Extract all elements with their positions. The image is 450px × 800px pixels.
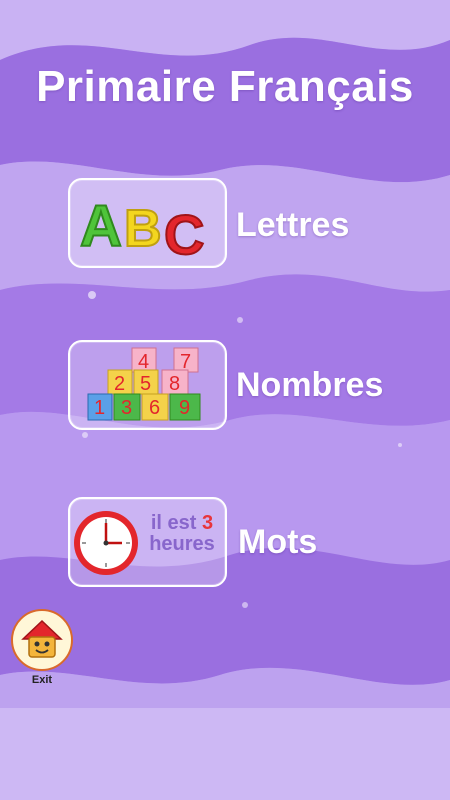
- words-label[interactable]: Mots: [238, 523, 317, 562]
- block-digit: 2: [114, 373, 125, 395]
- house-face-icon: [21, 619, 63, 658]
- block-digit: 3: [121, 397, 132, 419]
- clock-caption-hours: heures: [149, 533, 215, 555]
- numbers-button[interactable]: 4 7 2 5 8 1 3 6 9: [68, 340, 227, 430]
- numbers-label[interactable]: Nombres: [236, 366, 383, 405]
- block-digit: 7: [180, 351, 191, 373]
- clock-caption: il est 3 heures: [142, 513, 222, 555]
- letters-button[interactable]: A B C: [68, 178, 227, 268]
- number-blocks-icon: 4 7 2 5 8 1 3 6 9: [87, 347, 201, 421]
- block-digit: 4: [138, 351, 149, 373]
- clock-icon: [74, 511, 138, 575]
- letter-a: A: [80, 194, 122, 259]
- clock-caption-number: 3: [202, 512, 214, 534]
- block-digit: 5: [140, 373, 151, 395]
- letter-b: B: [124, 200, 162, 258]
- block-digit: 6: [149, 397, 160, 419]
- letter-c: C: [164, 203, 204, 266]
- block-digit: 9: [179, 397, 190, 419]
- exit-button[interactable]: [11, 609, 73, 671]
- exit-label[interactable]: Exit: [11, 674, 73, 686]
- abc-letters-icon: A B C: [79, 193, 205, 266]
- block-digit: 1: [94, 397, 105, 419]
- block-digit: 8: [169, 373, 180, 395]
- letters-label[interactable]: Lettres: [236, 206, 349, 245]
- clock-caption-text: il est: [150, 512, 197, 534]
- words-button[interactable]: il est 3 heures: [68, 497, 227, 587]
- app-title: Primaire Français: [36, 62, 414, 111]
